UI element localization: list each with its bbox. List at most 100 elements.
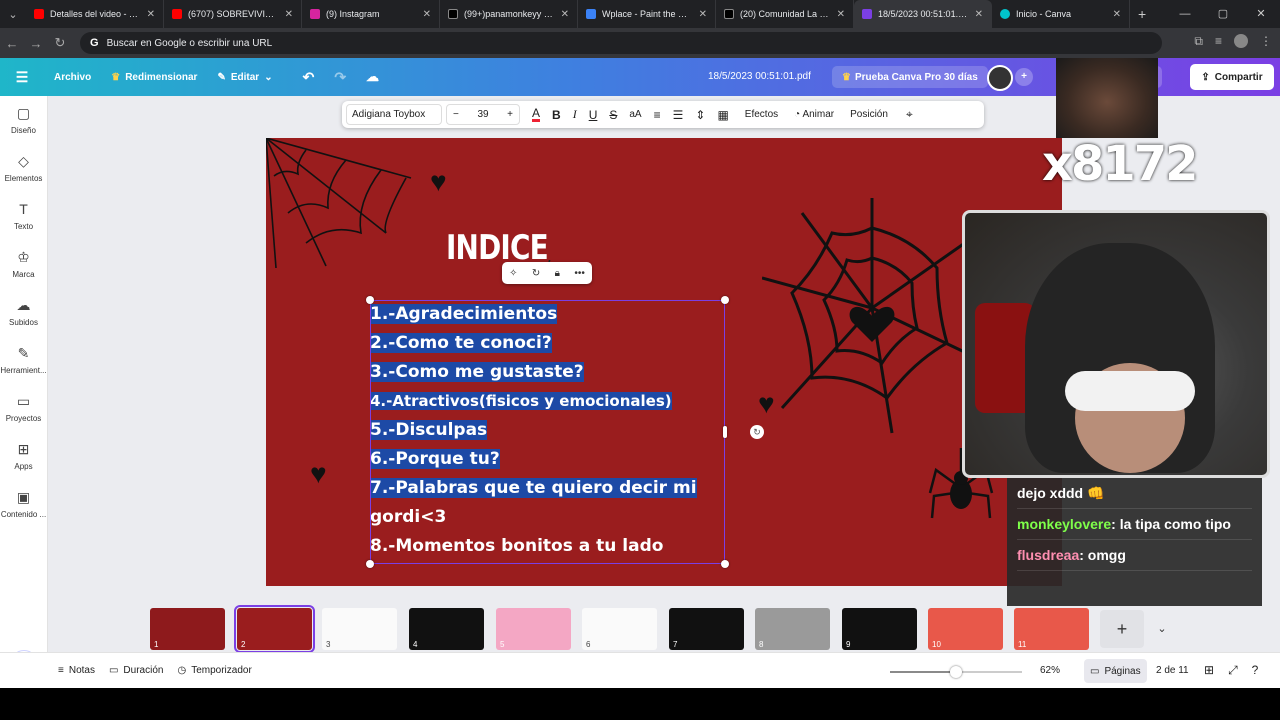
font-size-stepper[interactable]: − 39 +	[446, 104, 520, 125]
invite-plus-icon[interactable]: +	[1015, 68, 1033, 86]
browser-tab[interactable]: Detalles del video - YouTube ✕	[26, 0, 164, 28]
pages-button[interactable]: ▭ Páginas	[1084, 659, 1147, 683]
browser-tab[interactable]: (99+)panamonkeyy (@pa ✕	[440, 0, 578, 28]
page-thumbnail[interactable]: 8	[755, 608, 830, 650]
close-tab-icon[interactable]: ✕	[423, 9, 431, 20]
profile-avatar[interactable]	[1234, 34, 1248, 48]
cloud-save-icon[interactable]: ☁	[356, 69, 389, 85]
close-tab-icon[interactable]: ✕	[1113, 9, 1121, 20]
close-tab-icon[interactable]: ✕	[699, 9, 707, 20]
text-color-icon[interactable]: A	[532, 107, 541, 122]
page-thumbnail[interactable]: 3	[322, 608, 397, 650]
browser-tab[interactable]: (9) Instagram ✕	[302, 0, 440, 28]
zoom-slider[interactable]	[890, 666, 1022, 678]
notes-button[interactable]: ≡ Notas	[58, 665, 95, 676]
spacing-icon[interactable]: ⇕	[695, 108, 705, 122]
page-thumbnail[interactable]: 11	[1014, 608, 1089, 650]
sidebar-item-marca[interactable]: ♔ Marca	[0, 240, 47, 288]
page-thumbnail[interactable]: 6	[582, 608, 657, 650]
page-thumbnail[interactable]: 7	[669, 608, 744, 650]
more-options-icon[interactable]: •••	[574, 268, 585, 279]
strikethrough-icon[interactable]: S	[609, 108, 617, 122]
underline-icon[interactable]: U	[589, 108, 598, 122]
increase-size-icon[interactable]: +	[507, 109, 513, 120]
sidebar-item-elementos[interactable]: ◇ Elementos	[0, 144, 47, 192]
browser-tab-active[interactable]: 18/5/2023 00:51:01.pdf - ✕	[854, 0, 992, 28]
effects-button[interactable]: Efectos	[745, 109, 778, 120]
resize-handle-right[interactable]	[723, 426, 727, 438]
sidebar-item-herramientas[interactable]: ✎ Herramient...	[0, 336, 47, 384]
sidebar-item-proyectos[interactable]: ▭ Proyectos	[0, 384, 47, 432]
italic-icon[interactable]: I	[573, 107, 577, 122]
lock-icon[interactable]: 🔒︎	[555, 268, 560, 279]
help-icon[interactable]: ?	[1252, 663, 1259, 678]
zoom-slider-knob[interactable]	[950, 666, 962, 678]
sidebar-item-apps[interactable]: ⊞ Apps	[0, 432, 47, 480]
undo-icon[interactable]: ↶	[293, 69, 325, 86]
redo-icon[interactable]: ↷	[324, 69, 356, 86]
close-tab-icon[interactable]: ✕	[147, 9, 155, 20]
back-icon[interactable]: ←	[0, 36, 24, 51]
user-avatar[interactable]	[987, 65, 1013, 91]
menu-icon[interactable]: ☰	[0, 69, 44, 86]
animate-button[interactable]: ◔ Animar	[794, 109, 834, 120]
page-thumbnail[interactable]: 1	[150, 608, 225, 650]
letter-case-icon[interactable]: aA	[629, 109, 641, 120]
position-button[interactable]: Posición	[850, 109, 888, 120]
media-control-icon[interactable]: ≡	[1215, 34, 1222, 49]
timer-button[interactable]: ◷ Temporizador	[177, 665, 251, 676]
align-icon[interactable]: ≡	[654, 108, 661, 122]
canva-pro-trial-button[interactable]: ♛ Prueba Canva Pro 30 días	[832, 66, 988, 88]
font-size-value[interactable]: 39	[477, 109, 488, 120]
resize-handle-top-right[interactable]	[721, 296, 729, 304]
add-page-button[interactable]: +	[1100, 610, 1144, 648]
rotate-icon[interactable]: ↻	[750, 425, 764, 439]
transparency-icon[interactable]: ▦	[717, 108, 728, 122]
forward-icon[interactable]: →	[24, 36, 48, 51]
paint-format-icon[interactable]: ⌖	[906, 107, 913, 122]
archivo-menu[interactable]: Archivo	[44, 72, 101, 83]
sidebar-item-texto[interactable]: T Texto	[0, 192, 47, 240]
slide-canvas[interactable]: ♥ ♥ ♥ INDICE ntos 1.-Agradecimientos 2.-…	[266, 138, 1062, 586]
magic-edit-icon[interactable]: ✧	[509, 268, 517, 279]
page-thumbnail[interactable]: 5	[496, 608, 571, 650]
close-tab-icon[interactable]: ✕	[975, 9, 983, 20]
browser-tab[interactable]: Wplace - Paint the world ✕	[578, 0, 716, 28]
omnibox-input[interactable]: G Buscar en Google o escribir una URL	[80, 32, 1162, 54]
list-icon[interactable]: ☰	[673, 108, 684, 122]
page-thumbnail-selected[interactable]: 2	[234, 605, 315, 653]
reload-icon[interactable]: ↻	[48, 35, 72, 51]
fullscreen-icon[interactable]: ⤢	[1228, 663, 1238, 678]
sidebar-item-diseno[interactable]: ▢ Diseño	[0, 96, 47, 144]
extensions-icon[interactable]: ⧉	[1194, 34, 1203, 49]
page-thumbnail[interactable]: 9	[842, 608, 917, 650]
browser-tab[interactable]: Inicio - Canva ✕	[992, 0, 1130, 28]
browser-tab[interactable]: (6707) SOBREVIVIMOS 99 ✕	[164, 0, 302, 28]
chevron-down-icon[interactable]: ⌄	[1152, 610, 1172, 648]
resize-handle-top-left[interactable]	[366, 296, 374, 304]
grid-view-icon[interactable]: ⊞	[1204, 663, 1214, 678]
maximize-icon[interactable]: ▢	[1204, 0, 1242, 28]
tab-search-icon[interactable]: ⌄	[0, 0, 26, 28]
document-title[interactable]: 18/5/2023 00:51:01.pdf	[708, 71, 811, 82]
close-window-icon[interactable]: ✕	[1242, 0, 1280, 28]
new-tab-icon[interactable]: +	[1130, 6, 1154, 22]
close-tab-icon[interactable]: ✕	[837, 9, 845, 20]
minimize-icon[interactable]: —	[1166, 0, 1204, 28]
decrease-size-icon[interactable]: −	[453, 109, 459, 120]
resize-handle-bottom-right[interactable]	[721, 560, 729, 568]
close-tab-icon[interactable]: ✕	[561, 9, 569, 20]
page-thumbnail[interactable]: 4	[409, 608, 484, 650]
sidebar-item-subidos[interactable]: ☁ Subidos	[0, 288, 47, 336]
page-thumbnail[interactable]: 10	[928, 608, 1003, 650]
bold-icon[interactable]: B	[552, 108, 561, 122]
close-tab-icon[interactable]: ✕	[285, 9, 293, 20]
font-family-select[interactable]: Adigiana Toybox	[346, 104, 442, 125]
refresh-icon[interactable]: ↻	[532, 268, 540, 279]
zoom-level[interactable]: 62%	[1040, 665, 1060, 676]
duration-button[interactable]: ▭ Duración	[109, 665, 163, 676]
sidebar-item-contenido[interactable]: ▣ Contenido ...	[0, 480, 47, 528]
browser-menu-icon[interactable]: ⋮	[1260, 34, 1272, 49]
redimensionar-button[interactable]: ♛ Redimensionar	[101, 72, 207, 83]
editar-button[interactable]: ✎ Editar ⌄	[207, 72, 282, 83]
